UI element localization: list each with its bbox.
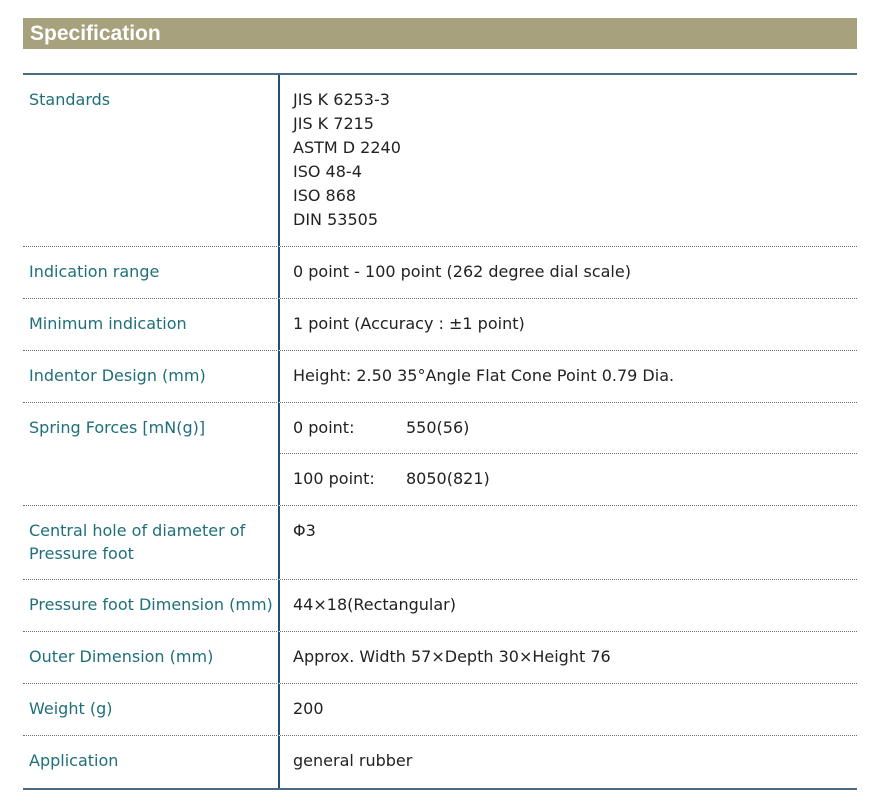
spec-row-outer-dimension: Outer Dimension (mm) Approx. Width 57×De… (23, 632, 857, 684)
spec-row-standards: Standards JIS K 6253-3 JIS K 7215 ASTM D… (23, 75, 857, 247)
spec-label: Application (23, 736, 280, 788)
spec-row-weight: Weight (g) 200 (23, 684, 857, 736)
spec-value: 0 point - 100 point (262 degree dial sca… (293, 262, 631, 281)
spec-label: Indentor Design (mm) (23, 351, 280, 402)
spring-force-value: 550(56) (406, 418, 470, 437)
spec-value-standards: JIS K 6253-3 JIS K 7215 ASTM D 2240 ISO … (280, 75, 857, 246)
spec-label: Weight (g) (23, 684, 280, 735)
spec-row-spring-forces: Spring Forces [mN(g)] 0 point: 550(56) 1… (23, 403, 857, 506)
spec-label: Standards (23, 75, 280, 246)
standard-item: DIN 53505 (293, 210, 378, 229)
spec-row-central-hole: Central hole of diameter of Pressure foo… (23, 506, 857, 580)
spec-value: 1 point (Accuracy : ±1 point) (293, 314, 525, 333)
section-title: Specification (30, 22, 161, 45)
spring-force-value: 8050(821) (406, 469, 490, 488)
spec-value: Approx. Width 57×Depth 30×Height 76 (293, 647, 611, 666)
spec-row-indentor-design: Indentor Design (mm) Height: 2.50 35°Ang… (23, 351, 857, 403)
spec-value: 200 (293, 699, 324, 718)
spring-force-row: 100 point: 8050(821) (280, 453, 857, 504)
spec-label: Outer Dimension (mm) (23, 632, 280, 683)
spec-value: general rubber (293, 751, 413, 770)
spec-label: Central hole of diameter of Pressure foo… (23, 506, 280, 579)
specification-table: Standards JIS K 6253-3 JIS K 7215 ASTM D… (23, 73, 857, 790)
spec-value-spring-forces: 0 point: 550(56) 100 point: 8050(821) (280, 403, 857, 505)
spring-force-row: 0 point: 550(56) (280, 403, 857, 453)
standard-item: ASTM D 2240 (293, 138, 401, 157)
standard-item: ISO 48-4 (293, 162, 362, 181)
spec-row-application: Application general rubber (23, 736, 857, 788)
standard-item: JIS K 6253-3 (293, 90, 390, 109)
spec-label: Minimum indication (23, 299, 280, 350)
spec-label: Indication range (23, 247, 280, 298)
spring-force-point: 0 point: (293, 418, 355, 437)
spring-force-point: 100 point: (293, 469, 375, 488)
standard-item: JIS K 7215 (293, 114, 374, 133)
section-title-banner: Specification (23, 18, 857, 49)
spec-row-pressure-foot-dimension: Pressure foot Dimension (mm) 44×18(Recta… (23, 580, 857, 632)
spec-label: Pressure foot Dimension (mm) (23, 580, 280, 631)
spec-row-indication-range: Indication range 0 point - 100 point (26… (23, 247, 857, 299)
standard-item: ISO 868 (293, 186, 357, 205)
spec-value: Height: 2.50 35°Angle Flat Cone Point 0.… (293, 366, 675, 385)
spec-row-minimum-indication: Minimum indication 1 point (Accuracy : ±… (23, 299, 857, 351)
spec-label: Spring Forces [mN(g)] (23, 403, 280, 505)
spec-value: 44×18(Rectangular) (293, 595, 456, 614)
spec-value: Φ3 (293, 521, 316, 540)
